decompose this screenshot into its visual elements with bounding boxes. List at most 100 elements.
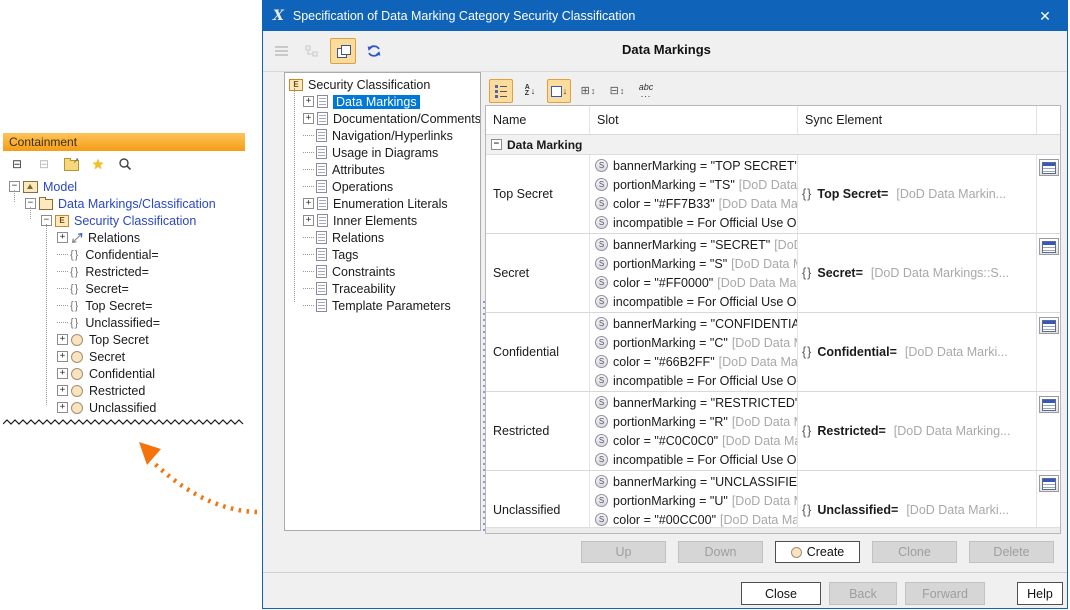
show-columns-icon[interactable]: [489, 79, 513, 103]
nav-tree-item[interactable]: +Documentation/Comments: [289, 110, 480, 127]
slot-entry[interactable]: Scolor = "#FF7B33"[DoD Data Markings::Se: [595, 194, 797, 213]
tree-expander-icon[interactable]: +: [57, 402, 68, 413]
containment-tree-item[interactable]: +Confidential: [3, 365, 245, 382]
slot-entry[interactable]: SportionMarking = "U"[DoD Data Marking: [595, 491, 797, 510]
column-header-sync-element[interactable]: Sync Element: [798, 106, 1037, 134]
containment-tree-item[interactable]: −ESecurity Classification: [3, 212, 245, 229]
nav-tree-item[interactable]: Traceability: [289, 280, 480, 297]
slot-entry[interactable]: Sincompatible = For Official Use Only[Do…: [595, 371, 797, 390]
containment-tree-item[interactable]: +Secret: [3, 348, 245, 365]
expand-nodes-icon[interactable]: ⊞↕: [576, 79, 600, 103]
nav-tree-item[interactable]: +Data Markings: [289, 93, 480, 110]
nav-tree-item[interactable]: Usage in Diagrams: [289, 144, 480, 161]
slot-entry[interactable]: SbannerMarking = "UNCLASSIFIED"[DoD D: [595, 472, 797, 491]
row-sync-cell[interactable]: {}Secret=[DoD Data Markings::S...: [798, 234, 1037, 312]
nav-tree-item[interactable]: Constraints: [289, 263, 480, 280]
row-sync-cell[interactable]: {}Top Secret=[DoD Data Markin...: [798, 155, 1037, 233]
collapse-selected-icon[interactable]: ⊟: [35, 155, 53, 173]
slot-entry[interactable]: SportionMarking = "TS"[DoD Data Markin: [595, 175, 797, 194]
tree-expander-icon[interactable]: +: [57, 334, 68, 345]
abbreviate-text-icon[interactable]: abc...: [634, 79, 658, 103]
slot-entry[interactable]: Sincompatible = For Official Use Only[Do…: [595, 450, 797, 469]
row-name-cell[interactable]: Secret: [486, 234, 590, 312]
nav-tree-item[interactable]: Relations: [289, 229, 480, 246]
forward-button[interactable]: Forward: [905, 582, 985, 605]
nav-tree-item[interactable]: +Enumeration Literals: [289, 195, 480, 212]
table-row[interactable]: Top SecretSbannerMarking = "TOP SECRET"[…: [486, 155, 1060, 234]
containment-tree-item[interactable]: {}Secret=: [3, 280, 245, 297]
tree-expander-icon[interactable]: +: [303, 113, 314, 124]
table-row[interactable]: SecretSbannerMarking = "SECRET"[DoD Data…: [486, 234, 1060, 313]
slot-entry[interactable]: SbannerMarking = "RESTRICTED"[DoD Dat: [595, 393, 797, 412]
tree-expander-icon[interactable]: +: [57, 232, 68, 243]
row-sync-cell[interactable]: {}Unclassified=[DoD Data Marki...: [798, 471, 1037, 534]
slot-entry[interactable]: SportionMarking = "C"[DoD Data Marking: [595, 333, 797, 352]
column-header-name[interactable]: Name: [486, 106, 590, 134]
help-button[interactable]: Help: [1017, 582, 1063, 605]
slot-entry[interactable]: SbannerMarking = "SECRET"[DoD Data Ma: [595, 235, 797, 254]
nav-tree-item[interactable]: Tags: [289, 246, 480, 263]
containment-tree-item[interactable]: {}Restricted=: [3, 263, 245, 280]
tree-view-icon[interactable]: [299, 38, 325, 64]
search-icon[interactable]: [116, 155, 134, 173]
slot-entry[interactable]: SbannerMarking = "CONFIDENTIAL"[DoD: [595, 314, 797, 333]
slot-entry[interactable]: SbannerMarking = "TOP SECRET"[DoD Dat: [595, 156, 797, 175]
group-collapse-icon[interactable]: −: [491, 139, 502, 150]
slot-entry[interactable]: Scolor = "#66B2FF"[DoD Data Markings::Se: [595, 352, 797, 371]
open-as-table-button[interactable]: [1039, 317, 1059, 334]
close-button[interactable]: Close: [741, 582, 821, 605]
table-group-row[interactable]: − Data Marking: [486, 135, 1060, 155]
nav-tree-item[interactable]: Navigation/Hyperlinks: [289, 127, 480, 144]
tree-expander-icon[interactable]: +: [303, 198, 314, 209]
table-row[interactable]: RestrictedSbannerMarking = "RESTRICTED"[…: [486, 392, 1060, 471]
open-folder-icon[interactable]: ➚: [62, 155, 80, 173]
back-button[interactable]: Back: [829, 582, 897, 605]
row-slot-cell[interactable]: SbannerMarking = "UNCLASSIFIED"[DoD DSpo…: [590, 471, 798, 534]
refresh-icon[interactable]: [361, 38, 387, 64]
slot-entry[interactable]: Sincompatible = For Official Use Only[Do…: [595, 292, 797, 311]
row-slot-cell[interactable]: SbannerMarking = "CONFIDENTIAL"[DoDSport…: [590, 313, 798, 391]
tree-expander-icon[interactable]: +: [303, 215, 314, 226]
nav-tree-root[interactable]: ESecurity Classification: [289, 76, 480, 93]
containment-tree-item[interactable]: +Restricted: [3, 382, 245, 399]
delete-button[interactable]: Delete: [969, 541, 1054, 563]
sort-alphabetically-icon[interactable]: AZ ↓: [518, 79, 542, 103]
favorites-star-icon[interactable]: ★: [89, 155, 107, 173]
collapse-nodes-icon[interactable]: ⊟↕: [605, 79, 629, 103]
tree-expander-icon[interactable]: +: [57, 351, 68, 362]
row-name-cell[interactable]: Restricted: [486, 392, 590, 470]
containment-tree-item[interactable]: {}Unclassified=: [3, 314, 245, 331]
nav-tree-item[interactable]: Operations: [289, 178, 480, 195]
up-button[interactable]: Up: [581, 541, 666, 563]
slot-entry[interactable]: SportionMarking = "R"[DoD Data Markings: [595, 412, 797, 431]
table-row[interactable]: UnclassifiedSbannerMarking = "UNCLASSIFI…: [486, 471, 1060, 534]
slot-entry[interactable]: SportionMarking = "S"[DoD Data Markings: [595, 254, 797, 273]
containment-tree-item[interactable]: −Data Markings/Classification: [3, 195, 245, 212]
group-by-icon[interactable]: ↓: [547, 79, 571, 103]
tree-expander-icon[interactable]: +: [57, 368, 68, 379]
open-as-table-button[interactable]: [1039, 238, 1059, 255]
row-slot-cell[interactable]: SbannerMarking = "TOP SECRET"[DoD DatSpo…: [590, 155, 798, 233]
row-name-cell[interactable]: Top Secret: [486, 155, 590, 233]
row-name-cell[interactable]: Unclassified: [486, 471, 590, 534]
properties-list-icon[interactable]: [268, 38, 294, 64]
containment-tree-item[interactable]: +Relations: [3, 229, 245, 246]
row-slot-cell[interactable]: SbannerMarking = "SECRET"[DoD Data MaSpo…: [590, 234, 798, 312]
row-sync-cell[interactable]: {}Restricted=[DoD Data Marking...: [798, 392, 1037, 470]
nav-tree-item[interactable]: Attributes: [289, 161, 480, 178]
containment-tree-item[interactable]: +Unclassified: [3, 399, 245, 416]
nav-tree-item[interactable]: Template Parameters: [289, 297, 480, 314]
create-button[interactable]: Create: [775, 541, 860, 563]
slot-entry[interactable]: Sincompatible = For Official Use Only[Do…: [595, 213, 797, 232]
open-as-table-button[interactable]: [1039, 475, 1059, 492]
containment-tree-item[interactable]: −Model: [3, 178, 245, 195]
slot-entry[interactable]: Scolor = "#C0C0C0"[DoD Data Markings::S: [595, 431, 797, 450]
table-row[interactable]: ConfidentialSbannerMarking = "CONFIDENTI…: [486, 313, 1060, 392]
containment-tree-item[interactable]: {}Top Secret=: [3, 297, 245, 314]
nav-tree-item[interactable]: +Inner Elements: [289, 212, 480, 229]
standalone-window-icon[interactable]: [330, 38, 356, 64]
row-slot-cell[interactable]: SbannerMarking = "RESTRICTED"[DoD DatSpo…: [590, 392, 798, 470]
row-sync-cell[interactable]: {}Confidential=[DoD Data Marki...: [798, 313, 1037, 391]
column-header-slot[interactable]: Slot: [590, 106, 798, 134]
containment-tree-item[interactable]: +Top Secret: [3, 331, 245, 348]
